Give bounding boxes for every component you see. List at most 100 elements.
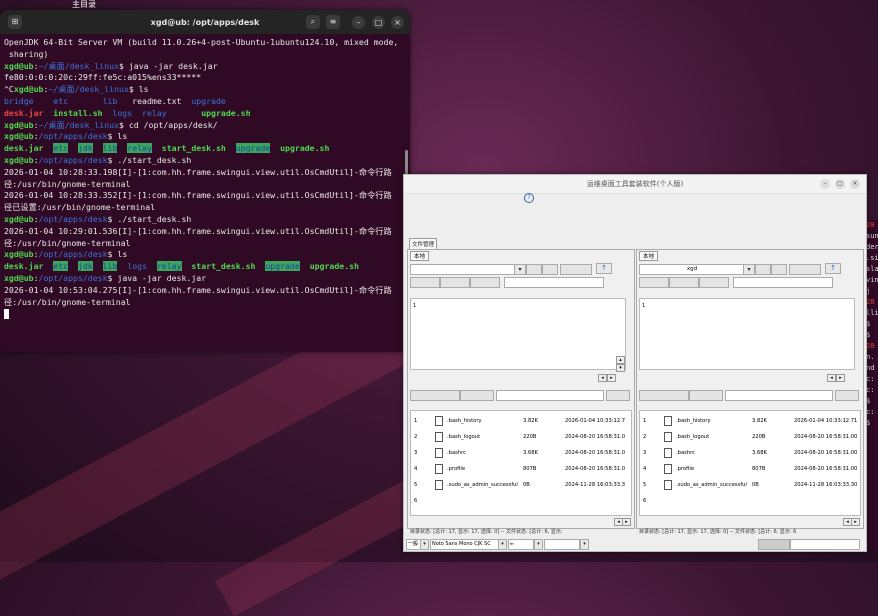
- cell-n: 4: [414, 466, 418, 472]
- terminal-text: xgd@ub: [4, 213, 34, 224]
- maximize-icon[interactable]: □: [372, 16, 385, 29]
- scroll-left-icon[interactable]: ◂: [827, 374, 836, 382]
- table-row[interactable]: 6: [411, 495, 631, 510]
- mode-select[interactable]: 一般: [406, 539, 421, 550]
- toolbar-button[interactable]: [410, 277, 440, 288]
- toolbar-button[interactable]: [440, 277, 470, 288]
- up-arrow-icon[interactable]: ↑: [825, 263, 841, 274]
- help-icon[interactable]: ?: [524, 193, 534, 203]
- close-icon[interactable]: ×: [850, 179, 860, 189]
- file-list-left[interactable]: 1 .bash_history 3.82K 2026-01-04 10:33:12.7…: [410, 410, 632, 516]
- app-title-bar: 运维桌面工具套装软件(个人版) – □ ×: [404, 175, 866, 194]
- chevron-down-icon[interactable]: ▾: [534, 539, 543, 550]
- toolbar-button[interactable]: [470, 277, 500, 288]
- chevron-down-icon[interactable]: ▾: [743, 264, 755, 275]
- nav-button[interactable]: [526, 264, 542, 275]
- chevron-down-icon[interactable]: ▾: [514, 264, 526, 275]
- scroll-right-icon[interactable]: ▸: [851, 518, 860, 526]
- path-combo-left[interactable]: [410, 264, 516, 275]
- toolbar-button[interactable]: [835, 390, 859, 401]
- search-input-left[interactable]: [496, 390, 604, 401]
- toolbar-button[interactable]: [639, 390, 689, 401]
- chevron-down-icon[interactable]: ▾: [498, 539, 507, 550]
- nav-button[interactable]: [560, 264, 592, 275]
- chevron-down-icon[interactable]: ▾: [580, 539, 589, 550]
- table-row[interactable]: 5 .sudo_as_admin_successful 0B 2024-11-28 1…: [640, 479, 860, 494]
- tab-local-right[interactable]: 本地: [639, 251, 659, 261]
- terminal-text: $ ls: [107, 131, 128, 142]
- minimize-icon[interactable]: –: [352, 16, 365, 29]
- table-row[interactable]: 4 .profile 807B 2024-08-20 16:58:31.0: [411, 463, 631, 478]
- font-select[interactable]: Noto Sans Mono CJK SC: [430, 539, 499, 550]
- scroll-up-icon[interactable]: ▴: [616, 356, 625, 364]
- search-input-right[interactable]: [725, 390, 833, 401]
- terminal-text: xgd@ub: [4, 119, 34, 130]
- color-select[interactable]: [544, 539, 580, 550]
- nav-button[interactable]: [789, 264, 821, 275]
- file-icon: [664, 464, 672, 474]
- terminal-window[interactable]: ⊞ xgd@ub: /opt/apps/desk ⌕ ≡ – □ × OpenJ…: [0, 10, 410, 352]
- cell-name: .bashrc: [676, 450, 695, 456]
- toolbar-button[interactable]: [699, 277, 729, 288]
- terminal-line: desk.jar etc jdk lib logs relay start_de…: [4, 261, 406, 273]
- table-row[interactable]: 2 .bash_logout 220B 2024-08-20 16:58:31.0: [411, 431, 631, 446]
- scroll-right-icon[interactable]: ▸: [607, 374, 616, 382]
- terminal-text: lli: [866, 309, 878, 317]
- scroll-left-icon[interactable]: ◂: [598, 374, 607, 382]
- nav-button[interactable]: [771, 264, 787, 275]
- close-icon[interactable]: ×: [391, 16, 404, 29]
- table-row[interactable]: 6: [640, 495, 860, 510]
- up-arrow-icon[interactable]: ↑: [596, 263, 612, 274]
- toolbar-button[interactable]: [606, 390, 630, 401]
- terminal-text: xgd@ub: [4, 249, 34, 260]
- terminal-text: ^C: [4, 84, 14, 95]
- bottom-toolbar: 一般 ▾ Noto Sans Mono CJK SC ▾ ◂▸ ▾ ▾: [404, 538, 864, 550]
- chevron-down-icon[interactable]: ▾: [420, 539, 429, 550]
- terminal-output[interactable]: OpenJDK 64-Bit Server VM (build 11.0.26+…: [0, 34, 410, 323]
- table-row[interactable]: 4 .profile 807B 2024-08-20 16:58:31.00: [640, 463, 860, 478]
- minimize-icon[interactable]: –: [820, 179, 830, 189]
- terminal-text: desk.jar: [4, 143, 44, 154]
- directory-list-right[interactable]: 1: [639, 298, 855, 370]
- menu-icon[interactable]: ≡: [326, 15, 340, 29]
- toolbar-button[interactable]: [460, 390, 494, 401]
- table-row[interactable]: 1 .bash_history 3.82K 2026-01-04 10:33:12.7…: [640, 415, 860, 430]
- right-file-pane: 本地 xgd ▾ ↑ 1 ◂ ▸ 1 .bash_history 3.82K 2026…: [636, 249, 864, 535]
- terminal-text: vin: [866, 276, 878, 284]
- toolbar-button[interactable]: [669, 277, 699, 288]
- terminal-text: $ ./start_desk.sh: [107, 154, 192, 165]
- terminal-text: xgd@ub: [4, 60, 34, 71]
- search-icon[interactable]: ⌕: [306, 15, 320, 29]
- table-row[interactable]: 2 .bash_logout 220B 2024-08-20 16:58:31.00: [640, 431, 860, 446]
- nav-button[interactable]: [755, 264, 771, 275]
- cell-date: 2024-08-20 16:58:31.00: [794, 466, 858, 472]
- cell-n: 3: [643, 450, 647, 456]
- table-row[interactable]: 3 .bashrc 3.68K 2024-08-20 16:58:31.00: [640, 447, 860, 462]
- terminal-text: ~/桌面/desk_linux: [48, 84, 129, 95]
- scroll-right-icon[interactable]: ▸: [836, 374, 845, 382]
- cell-date: 2024-08-20 16:58:31.0: [565, 434, 626, 440]
- tab-local-left[interactable]: 本地: [410, 251, 430, 261]
- ops-desktop-app-window[interactable]: 运维桌面工具套装软件(个人版) – □ × ? 文件管理 本地 ▾ ↑ 1 ▴ …: [403, 174, 867, 552]
- table-row[interactable]: 3 .bashrc 3.68K 2024-08-20 16:58:31.0: [411, 447, 631, 462]
- table-row[interactable]: 1 .bash_history 3.82K 2026-01-04 10:33:12.7: [411, 415, 631, 430]
- table-row[interactable]: 5 .sudo_as_admin_successful 0B 2024-11-28 1…: [411, 479, 631, 494]
- desktop-home-label[interactable]: 主目录: [72, 0, 96, 10]
- toolbar-button[interactable]: [410, 390, 460, 401]
- scroll-right-icon[interactable]: ▸: [622, 518, 631, 526]
- nav-button[interactable]: [542, 264, 558, 275]
- file-list-right[interactable]: 1 .bash_history 3.82K 2026-01-04 10:33:12.7…: [639, 410, 861, 516]
- maximize-icon[interactable]: □: [835, 179, 845, 189]
- filter-input-left[interactable]: [504, 277, 604, 288]
- terminal-text: desk.jar: [4, 107, 44, 118]
- toolbar-button[interactable]: [689, 390, 723, 401]
- filter-input-right[interactable]: [733, 277, 833, 288]
- cell-n: 6: [414, 498, 418, 504]
- scroll-down-icon[interactable]: ▾: [616, 364, 625, 372]
- path-combo-right[interactable]: xgd: [639, 264, 745, 275]
- toolbar-button[interactable]: [639, 277, 669, 288]
- directory-list-left[interactable]: 1: [410, 298, 626, 370]
- size-spinner[interactable]: ◂▸: [508, 539, 534, 550]
